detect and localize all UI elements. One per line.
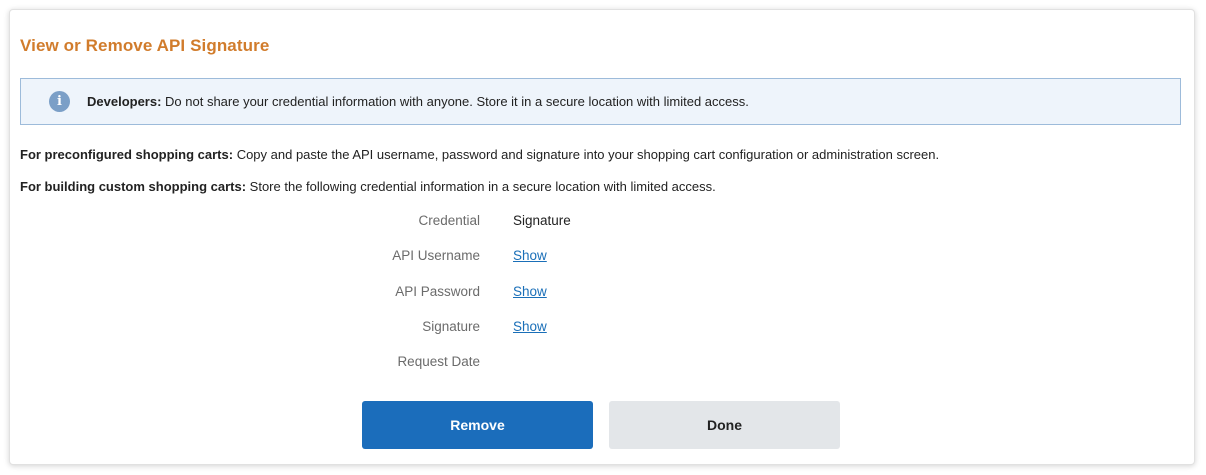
notice-body: Do not share your credential information… — [161, 94, 749, 109]
api-signature-dialog: View or Remove API Signature i Developer… — [9, 9, 1195, 465]
signature-label: Signature — [422, 319, 480, 334]
remove-button[interactable]: Remove — [362, 401, 593, 449]
done-button[interactable]: Done — [609, 401, 840, 449]
notice-bold: Developers: — [87, 94, 162, 109]
info-icon: i — [49, 91, 70, 112]
api-username-label: API Username — [392, 248, 480, 263]
show-api-password-link[interactable]: Show — [513, 284, 547, 299]
show-api-username-link[interactable]: Show — [513, 248, 547, 263]
developer-notice: i Developers: Do not share your credenti… — [20, 78, 1181, 125]
instruction-preconfigured: For preconfigured shopping carts: Copy a… — [20, 147, 939, 162]
notice-text: Developers: Do not share your credential… — [87, 94, 749, 109]
instruction-preconfigured-text: Copy and paste the API username, passwor… — [233, 147, 940, 162]
instruction-custom-text: Store the following credential informati… — [246, 179, 716, 194]
dialog-title: View or Remove API Signature — [20, 36, 270, 55]
api-password-label: API Password — [395, 284, 480, 299]
credential-value: Signature — [513, 213, 571, 228]
request-date-label: Request Date — [397, 354, 480, 369]
instruction-custom: For building custom shopping carts: Stor… — [20, 179, 716, 194]
credential-label: Credential — [418, 213, 480, 228]
show-signature-link[interactable]: Show — [513, 319, 547, 334]
instruction-preconfigured-bold: For preconfigured shopping carts: — [20, 147, 234, 162]
instruction-custom-bold: For building custom shopping carts: — [20, 179, 247, 194]
